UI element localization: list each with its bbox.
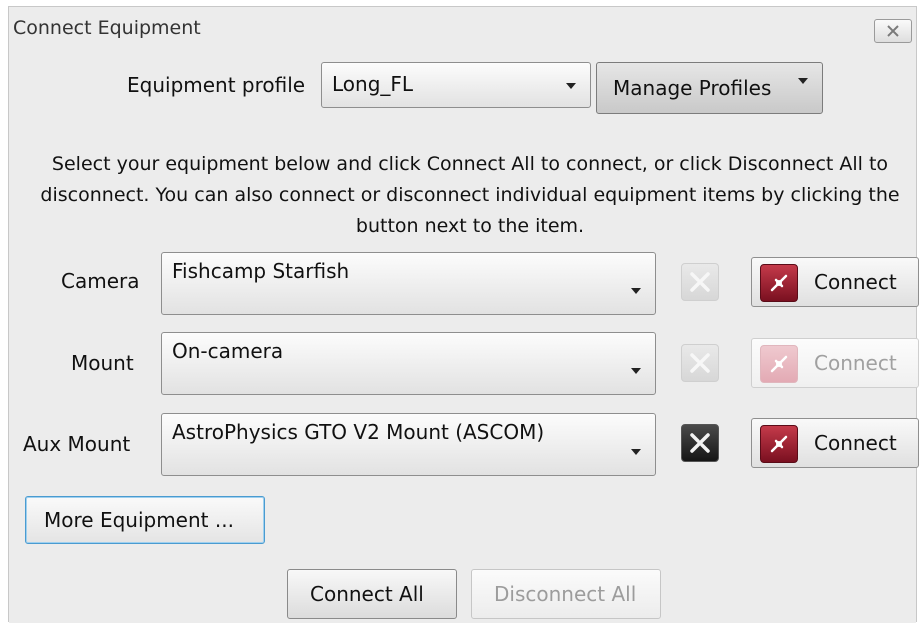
instructions-text: Select your equipment below and click Co… bbox=[40, 153, 900, 237]
more-equipment-label: More Equipment ... bbox=[44, 508, 234, 532]
connect-all-button[interactable]: Connect All bbox=[287, 569, 457, 619]
close-button[interactable] bbox=[874, 19, 912, 43]
equipment-label-mount: Mount bbox=[71, 351, 134, 375]
plug-icon bbox=[760, 345, 798, 383]
camera-value: Fishcamp Starfish bbox=[172, 259, 350, 283]
disconnect-all-label: Disconnect All bbox=[494, 582, 637, 606]
close-icon bbox=[887, 25, 899, 37]
manage-profiles-label: Manage Profiles bbox=[613, 76, 772, 100]
title-bar: Connect Equipment bbox=[9, 7, 916, 51]
wrench-screwdriver-icon bbox=[690, 353, 710, 373]
plug-icon bbox=[760, 264, 798, 302]
camera-connect-button[interactable]: Connect bbox=[751, 257, 919, 307]
manage-profiles-button[interactable]: Manage Profiles bbox=[596, 62, 823, 114]
mount-select[interactable]: On-camera bbox=[161, 332, 656, 395]
plug-icon bbox=[760, 425, 798, 463]
disconnect-all-button[interactable]: Disconnect All bbox=[471, 569, 661, 619]
button-bar bbox=[9, 575, 916, 623]
wrench-screwdriver-icon bbox=[690, 433, 710, 453]
connect-equipment-dialog: Connect Equipment Equipment profile Long… bbox=[8, 6, 919, 623]
camera-setup-button[interactable] bbox=[681, 263, 719, 301]
camera-select[interactable]: Fishcamp Starfish bbox=[161, 252, 656, 315]
chevron-down-icon bbox=[631, 368, 641, 374]
connect-all-label: Connect All bbox=[310, 582, 424, 606]
aux-mount-setup-button[interactable] bbox=[681, 424, 719, 462]
mount-connect-label: Connect bbox=[814, 351, 897, 375]
camera-connect-label: Connect bbox=[814, 270, 897, 294]
equipment-label-aux-mount: Aux Mount bbox=[23, 432, 131, 456]
aux-mount-value: AstroPhysics GTO V2 Mount (ASCOM) bbox=[172, 420, 545, 444]
equipment-profile-value: Long_FL bbox=[332, 72, 414, 96]
chevron-down-icon bbox=[631, 449, 641, 455]
mount-setup-button[interactable] bbox=[681, 344, 719, 382]
wrench-screwdriver-icon bbox=[690, 272, 710, 292]
equipment-profile-select[interactable]: Long_FL bbox=[321, 62, 591, 108]
aux-mount-select[interactable]: AstroPhysics GTO V2 Mount (ASCOM) bbox=[161, 413, 656, 476]
aux-mount-connect-button[interactable]: Connect bbox=[751, 418, 919, 468]
window-title: Connect Equipment bbox=[13, 17, 201, 39]
equipment-profile-label: Equipment profile bbox=[127, 73, 306, 97]
equipment-label-camera: Camera bbox=[61, 269, 140, 293]
mount-connect-button[interactable]: Connect bbox=[751, 338, 919, 388]
caret-down-icon bbox=[798, 78, 808, 84]
chevron-down-icon bbox=[631, 288, 641, 294]
chevron-down-icon bbox=[566, 83, 576, 89]
more-equipment-button[interactable]: More Equipment ... bbox=[25, 496, 265, 544]
mount-value: On-camera bbox=[172, 339, 284, 363]
aux-mount-connect-label: Connect bbox=[814, 431, 897, 455]
